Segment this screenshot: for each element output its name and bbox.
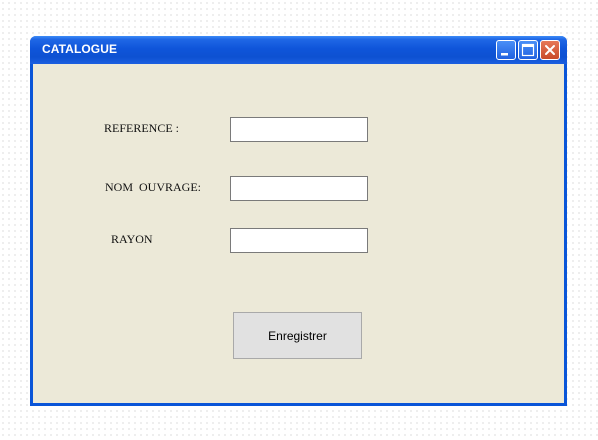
reference-input[interactable] (230, 117, 368, 142)
maximize-icon (521, 43, 535, 57)
nom-ouvrage-input[interactable] (230, 176, 368, 201)
enregistrer-button[interactable]: Enregistrer (233, 312, 362, 359)
rayon-input[interactable] (230, 228, 368, 253)
maximize-button[interactable] (518, 40, 538, 60)
close-button[interactable] (540, 40, 560, 60)
catalogue-window: CATALOGUE REFERENCE : NOM OUVRAGE: RAYON… (30, 36, 567, 406)
close-icon (545, 45, 555, 55)
window-title: CATALOGUE (42, 42, 118, 56)
reference-label: REFERENCE : (104, 121, 180, 135)
rayon-label: RAYON (111, 232, 153, 246)
minimize-icon (501, 53, 508, 56)
nom-ouvrage-label: NOM OUVRAGE: (105, 180, 201, 194)
title-bar[interactable]: CATALOGUE (30, 36, 567, 64)
minimize-button[interactable] (496, 40, 516, 60)
